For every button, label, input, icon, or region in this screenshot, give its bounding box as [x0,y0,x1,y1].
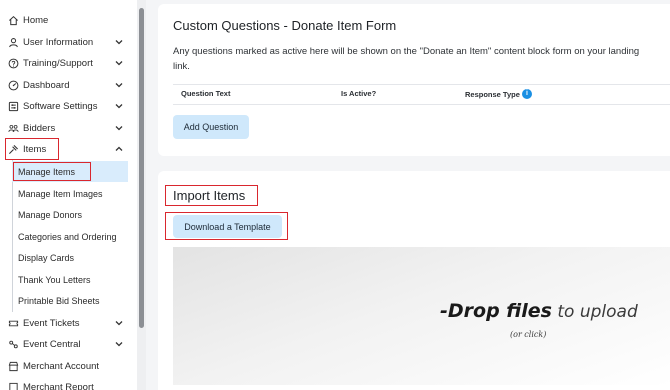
ticket-icon [8,318,19,329]
submenu-display-cards[interactable]: Display Cards [12,247,128,268]
bidders-icon [8,123,19,134]
submenu-categories-and-ordering[interactable]: Categories and Ordering [12,226,128,247]
submenu-manage-items[interactable]: Manage Items [12,161,128,182]
sidebar-item-bidders[interactable]: Bidders [0,118,137,138]
sidebar-item-user-information[interactable]: User Information [0,32,137,52]
settings-icon [8,101,19,112]
sidebar-item-label: Merchant Report [23,381,94,390]
sidebar-item-label: Event Central [23,338,81,350]
sidebar-item-training-support[interactable]: Training/Support [0,53,137,73]
column-response-type[interactable]: Response Type [465,90,520,99]
sidebar-item-label: Dashboard [23,79,70,91]
dashboard-icon [8,80,19,91]
sidebar-scrollbar-thumb[interactable] [139,8,144,328]
sidebar-item-items[interactable]: Items [0,139,137,159]
sidebar-item-merchant-report[interactable]: Merchant Report [0,377,137,390]
custom-questions-description-line2: link. [173,61,190,72]
sidebar-item-event-central[interactable]: Event Central [0,334,137,354]
sidebar: Home User Information Training/Support D… [0,0,137,390]
report-icon [8,382,19,390]
column-question-text[interactable]: Question Text [181,89,230,98]
chevron-down-icon [115,61,123,66]
merchant-icon [8,361,19,372]
sidebar-item-label: User Information [23,36,94,48]
dropzone-prefix: - [440,300,448,322]
custom-questions-description-line1: Any questions marked as active here will… [173,46,640,57]
event-central-icon [8,339,19,350]
chevron-up-icon [115,146,123,151]
custom-questions-title: Custom Questions - Donate Item Form [173,18,397,33]
add-question-button[interactable]: Add Question [173,115,249,139]
gavel-icon [8,144,19,155]
chevron-down-icon [115,83,123,88]
import-items-title: Import Items [173,188,246,203]
submenu-manage-item-images[interactable]: Manage Item Images [12,183,128,204]
dropzone-bold-text: Drop files [447,300,552,322]
chevron-down-icon [115,321,123,326]
sidebar-item-label: Merchant Account [23,360,100,372]
sidebar-item-home[interactable]: Home [0,10,137,30]
chevron-down-icon [115,40,123,45]
sidebar-item-label: Home [23,14,49,26]
questions-table-header [173,84,670,105]
sidebar-item-label: Items [23,143,47,155]
info-icon[interactable]: i [522,89,532,99]
dropzone-subtext: (or click) [510,330,547,339]
sidebar-item-label: Training/Support [23,57,93,69]
dropzone-label[interactable]: -Drop files to upload [440,300,638,322]
user-icon [8,37,19,48]
home-icon [8,15,19,26]
submenu-thank-you-letters[interactable]: Thank You Letters [12,269,128,290]
column-is-active[interactable]: Is Active? [341,89,376,98]
question-icon [8,58,19,69]
sidebar-item-event-tickets[interactable]: Event Tickets [0,313,137,333]
sidebar-item-label: Event Tickets [23,317,80,329]
submenu-manage-donors[interactable]: Manage Donors [12,204,128,225]
sidebar-item-software-settings[interactable]: Software Settings [0,96,137,116]
chevron-down-icon [115,342,123,347]
dropzone-light-text: to upload [551,302,638,322]
sidebar-item-dashboard[interactable]: Dashboard [0,75,137,95]
chevron-down-icon [115,126,123,131]
sidebar-item-label: Software Settings [23,100,98,112]
chevron-down-icon [115,104,123,109]
sidebar-item-merchant-account[interactable]: Merchant Account [0,356,137,376]
submenu-printable-bid-sheets[interactable]: Printable Bid Sheets [12,290,128,311]
sidebar-item-label: Bidders [23,122,56,134]
download-template-button[interactable]: Download a Template [173,215,282,238]
